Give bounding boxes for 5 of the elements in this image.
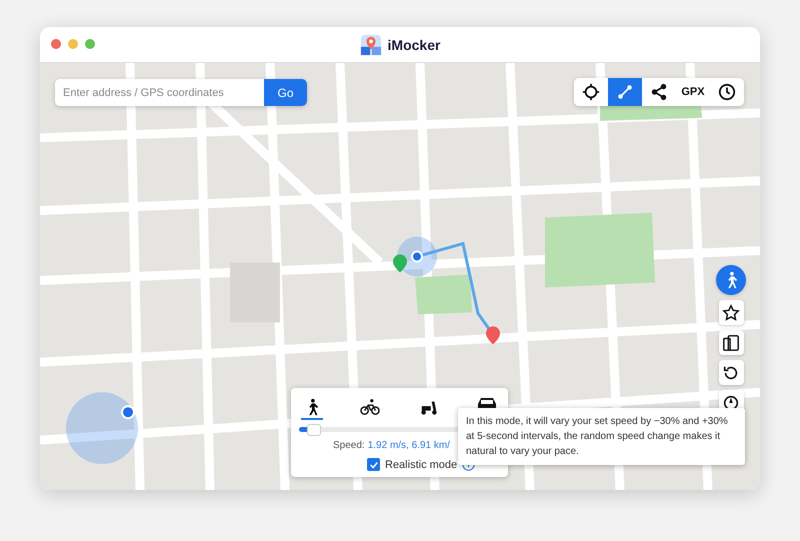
info-tooltip: In this mode, it will vary your set speed by −30% and +30% at 5-second intervals, the random speed change makes it natural to vary your pace. bbox=[458, 408, 745, 465]
speed-label: Speed: bbox=[333, 440, 365, 451]
window-title: iMocker bbox=[388, 36, 440, 52]
realistic-mode-label: Realistic mode bbox=[385, 458, 458, 470]
speed-value: 1.92 m/s, 6.91 km/ bbox=[368, 440, 450, 451]
